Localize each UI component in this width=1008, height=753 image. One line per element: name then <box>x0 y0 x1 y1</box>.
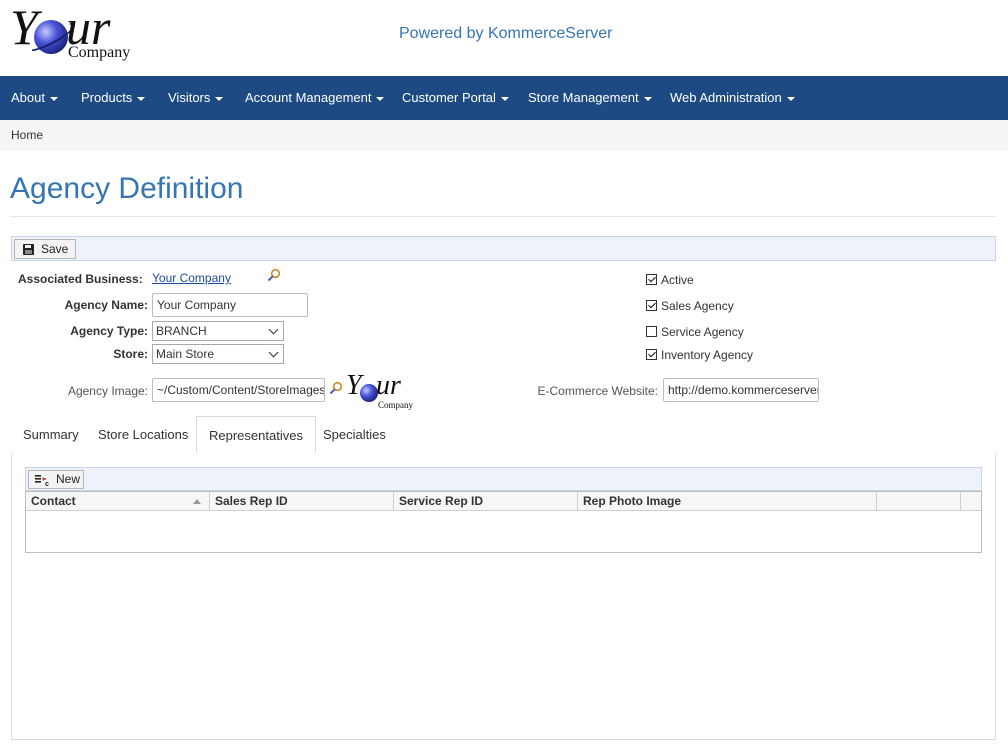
chevron-down-icon <box>268 347 279 358</box>
agency-type-select[interactable]: BRANCH <box>152 321 284 341</box>
breadcrumb: Home <box>0 120 1008 151</box>
tab-store-locations[interactable]: Store Locations <box>86 416 200 453</box>
store-select[interactable]: Main Store <box>152 344 284 364</box>
nav-item-about[interactable]: About <box>11 76 58 120</box>
logo-text-y: Y <box>346 370 362 401</box>
nav-label: Customer Portal <box>402 90 496 105</box>
checkbox-unchecked-icon <box>646 326 657 337</box>
agency-image-label: Agency Image: <box>67 384 148 398</box>
checkbox-label: Service Agency <box>661 325 744 339</box>
logo-subtext: Company <box>378 400 413 410</box>
sort-ascending-icon <box>193 499 201 504</box>
checkbox-checked-icon <box>646 349 657 360</box>
agency-name-label: Agency Name: <box>64 298 148 312</box>
header: Y ur Company Powered by KommerceServer <box>0 0 1008 76</box>
logo-text-ur: ur <box>376 370 401 401</box>
nav-item-customer-portal[interactable]: Customer Portal <box>402 76 509 120</box>
nav-item-visitors[interactable]: Visitors <box>168 76 224 120</box>
active-checkbox[interactable]: Active <box>646 273 694 287</box>
company-logo[interactable]: Y ur Company <box>10 0 140 66</box>
new-record-icon: c <box>35 475 49 486</box>
checkbox-checked-icon <box>646 274 657 285</box>
main-navbar: About Products Visitors Account Manageme… <box>0 76 1008 120</box>
associated-business-label: Associated Business: <box>18 272 143 286</box>
inventory-agency-checkbox[interactable]: Inventory Agency <box>646 348 753 362</box>
search-icon[interactable] <box>329 381 343 395</box>
caret-down-icon <box>137 96 146 101</box>
title-divider <box>10 216 996 217</box>
checkbox-label: Sales Agency <box>661 299 734 313</box>
column-label: Service Rep ID <box>399 494 484 508</box>
checkbox-label: Inventory Agency <box>661 348 754 362</box>
nav-item-account-management[interactable]: Account Management <box>245 76 385 120</box>
tab-summary[interactable]: Summary <box>11 416 91 453</box>
agency-type-label: Agency Type: <box>70 324 148 338</box>
caret-down-icon <box>786 96 795 101</box>
store-label: Store: <box>113 347 148 361</box>
save-button[interactable]: Save <box>14 239 76 259</box>
column-label: Contact <box>31 494 76 508</box>
new-label: New <box>56 472 81 486</box>
service-agency-checkbox[interactable]: Service Agency <box>646 325 744 339</box>
nav-label: About <box>11 90 45 105</box>
chevron-down-icon <box>268 324 279 335</box>
nav-item-products[interactable]: Products <box>81 76 146 120</box>
agency-image-preview: Y ur Company <box>346 370 418 410</box>
caret-down-icon <box>215 96 224 101</box>
nav-label: Web Administration <box>670 90 782 105</box>
caret-down-icon <box>49 96 58 101</box>
new-button[interactable]: c New <box>28 470 84 489</box>
agency-image-input[interactable]: ~/Custom/Content/StoreImages/ <box>152 378 325 402</box>
column-header-blank <box>961 492 981 511</box>
caret-down-icon <box>500 96 509 101</box>
caret-down-icon <box>376 96 385 101</box>
grid-header: Contact Sales Rep ID Service Rep ID Rep … <box>26 492 981 511</box>
sales-agency-checkbox[interactable]: Sales Agency <box>646 299 734 313</box>
agency-type-value: BRANCH <box>156 324 207 338</box>
nav-label: Store Management <box>528 90 639 105</box>
nav-item-store-management[interactable]: Store Management <box>528 76 652 120</box>
form-toolbar: Save <box>11 236 996 261</box>
column-header-blank <box>877 492 961 511</box>
checkbox-checked-icon <box>646 300 657 311</box>
nav-label: Visitors <box>168 90 211 105</box>
column-label: Sales Rep ID <box>215 494 288 508</box>
column-header-service-rep-id[interactable]: Service Rep ID <box>394 492 578 511</box>
nav-label: Account Management <box>245 90 372 105</box>
ecommerce-website-input[interactable]: http://demo.kommerceserver <box>663 378 819 402</box>
svg-text:c: c <box>45 481 49 486</box>
associated-business-link[interactable]: Your Company <box>152 271 231 285</box>
breadcrumb-home[interactable]: Home <box>11 128 43 142</box>
checkbox-label: Active <box>661 273 694 287</box>
powered-by-text: Powered by KommerceServer <box>399 25 613 42</box>
floppy-disk-icon <box>23 244 34 255</box>
nav-label: Products <box>81 90 133 105</box>
page-title: Agency Definition <box>10 172 244 205</box>
ecommerce-website-label: E-Commerce Website: <box>537 384 658 398</box>
tab-specialties[interactable]: Specialties <box>311 416 398 453</box>
logo-subtext: Company <box>68 44 131 61</box>
logo-text-y: Y <box>10 0 38 55</box>
column-header-rep-photo-image[interactable]: Rep Photo Image <box>578 492 877 511</box>
tab-representatives[interactable]: Representatives <box>196 416 316 454</box>
store-value: Main Store <box>156 347 215 361</box>
column-header-sales-rep-id[interactable]: Sales Rep ID <box>210 492 394 511</box>
save-label: Save <box>41 242 69 256</box>
column-header-contact[interactable]: Contact <box>26 492 210 511</box>
representatives-grid: Contact Sales Rep ID Service Rep ID Rep … <box>25 491 982 553</box>
nav-item-web-administration[interactable]: Web Administration <box>670 76 795 120</box>
caret-down-icon <box>643 96 652 101</box>
column-label: Rep Photo Image <box>583 494 682 508</box>
agency-name-input[interactable]: Your Company <box>152 293 308 317</box>
grid-toolbar: c New <box>25 467 982 491</box>
search-icon[interactable] <box>267 268 281 282</box>
